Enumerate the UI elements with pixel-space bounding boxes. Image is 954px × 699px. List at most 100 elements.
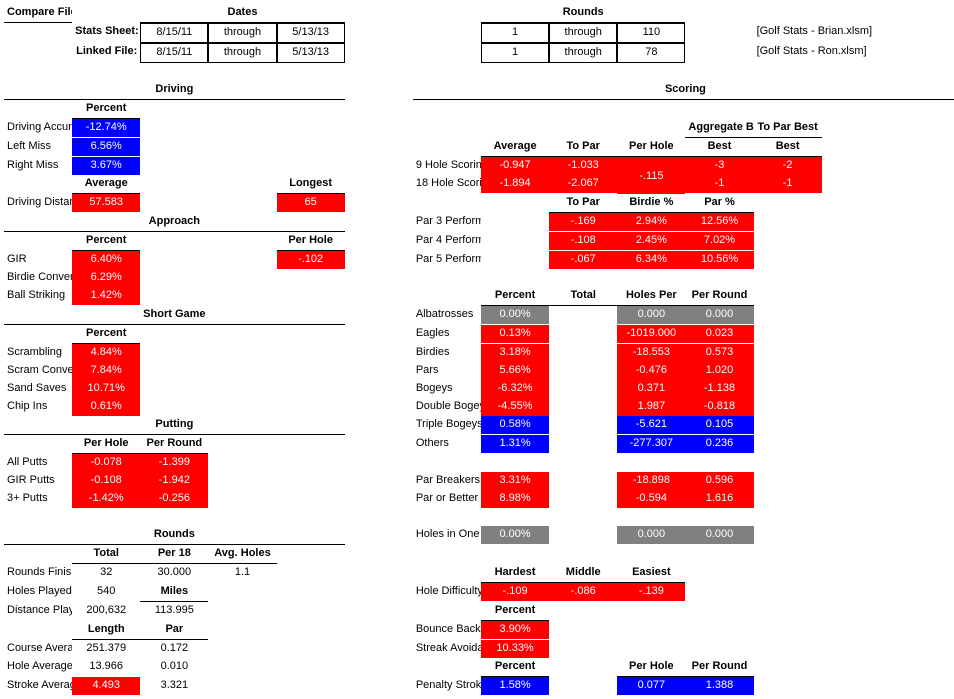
- all-putts-per-hole: -0.078: [72, 454, 140, 472]
- gir-putts-label: GIR Putts: [4, 472, 72, 490]
- par5-birdie-pct: 6.34%: [617, 251, 685, 269]
- to-par-header2: To Par: [549, 194, 617, 213]
- linked-file-round-start: 1: [481, 43, 549, 63]
- left-miss-label: Left Miss: [4, 138, 72, 156]
- albatrosses-holes-per: 0.000: [617, 306, 685, 324]
- best-header-2: Best: [754, 138, 822, 157]
- hole-difficulty-hardest: -.109: [481, 583, 549, 601]
- course-average-length: 251.379: [72, 640, 140, 658]
- stats-sheet-date-end: 5/13/13: [277, 23, 345, 43]
- triple-bogeys-pct: 0.58%: [481, 416, 549, 434]
- all-putts-label: All Putts: [4, 454, 72, 472]
- birdies-per-round: 0.573: [685, 344, 753, 362]
- others-per-round: 0.236: [685, 435, 753, 453]
- holes-played-label: Holes Played: [4, 583, 72, 601]
- three-plus-putts-per-hole: -1.42%: [72, 490, 140, 508]
- hardest-header: Hardest: [481, 564, 549, 583]
- per-18-header: Per 18: [140, 545, 208, 564]
- birdies-pct: 3.18%: [481, 344, 549, 362]
- ball-striking-label: Ball Striking: [4, 287, 72, 305]
- short-game-section-header: Short Game: [4, 306, 345, 325]
- par-pct-header: Par %: [685, 194, 753, 213]
- others-holes-per: -277.307: [617, 435, 685, 453]
- pars-pct: 5.66%: [481, 362, 549, 380]
- birdies-label: Birdies: [413, 344, 481, 362]
- par-or-better-holes-per: -0.594: [617, 490, 685, 508]
- par3-perf-label: Par 3 Performance: [413, 213, 481, 231]
- linked-file-round-end: 78: [617, 43, 685, 63]
- holes-per-header: Holes Per: [617, 287, 685, 306]
- distance-played-miles: 113.995: [140, 602, 208, 620]
- golf-stats-compare-sheet: Compare Files Dates Rounds Stats Sheet: …: [4, 4, 954, 695]
- three-plus-putts-label: 3+ Putts: [4, 490, 72, 508]
- driving-distance-longest: 65: [277, 194, 345, 212]
- scoring-section-header: Scoring: [413, 81, 954, 100]
- double-bogeys-pct: -4.55%: [481, 398, 549, 416]
- stroke-average-length: 4.493: [72, 677, 140, 695]
- par-breakers-label: Par Breakers: [413, 472, 481, 490]
- par5-par-pct: 10.56%: [685, 251, 753, 269]
- pars-holes-per: -0.476: [617, 362, 685, 380]
- triple-bogeys-holes-per: -5.621: [617, 416, 685, 434]
- to-par-header: To Par: [549, 138, 617, 157]
- triple-bogeys-label: Triple Bogeys: [413, 416, 481, 434]
- left-miss-value: 6.56%: [72, 138, 140, 156]
- nine-hole-avg: -0.947: [481, 157, 549, 175]
- scram-conversion-value: 7.84%: [72, 362, 140, 380]
- eagles-label: Eagles: [413, 325, 481, 343]
- hole-difficulty-easiest: -.139: [617, 583, 685, 601]
- birdie-pct-header: Birdie %: [617, 194, 685, 213]
- bounce-back-label: Bounce Back: [413, 621, 481, 639]
- hole-average-par: 0.010: [140, 658, 208, 676]
- driving-distance-label: Driving Distance: [4, 194, 72, 212]
- eagles-holes-per: -1019.000: [617, 325, 685, 343]
- rounds-finished-avg-holes: 1.1: [208, 564, 276, 582]
- right-miss-label: Right Miss: [4, 157, 72, 175]
- nine-hole-tp-best: -2: [754, 157, 822, 175]
- linked-file-date-start: 8/15/11: [140, 43, 208, 63]
- stats-sheet-round-end: 110: [617, 23, 685, 43]
- scrambling-label: Scrambling: [4, 344, 72, 362]
- double-bogeys-label: Double Bogeys: [413, 398, 481, 416]
- gir-per-hole: -.102: [277, 251, 345, 269]
- rounds-finished-label: Rounds Finished: [4, 564, 72, 582]
- par4-birdie-pct: 2.45%: [617, 232, 685, 250]
- linked-file-date-end: 5/13/13: [277, 43, 345, 63]
- others-pct: 1.31%: [481, 435, 549, 453]
- gir-label: GIR: [4, 251, 72, 269]
- rounds-section-header: Rounds: [4, 526, 345, 545]
- course-average-label: Course Average: [4, 640, 72, 658]
- dates-header: Dates: [140, 4, 344, 23]
- birdie-conversion-value: 6.29%: [72, 269, 140, 287]
- bogeys-pct: -6.32%: [481, 380, 549, 398]
- par-header: Par: [140, 621, 208, 640]
- agg-per-hole: -.115: [617, 157, 685, 194]
- hole-difficulty-middle: -.086: [549, 583, 617, 601]
- streak-avoidance-label: Streak Avoidance: [413, 640, 481, 658]
- rounds-finished-total: 32: [72, 564, 140, 582]
- nine-hole-scoring-label: 9 Hole Scoring: [413, 157, 481, 175]
- eighteen-hole-tp-best: -1: [754, 175, 822, 193]
- gir-putts-per-round: -1.942: [140, 472, 208, 490]
- par-breakers-pct: 3.31%: [481, 472, 549, 490]
- distance-played-label: Distance Played: [4, 602, 72, 620]
- penalty-strokes-pct: 1.58%: [481, 677, 549, 695]
- stroke-average-label: Stroke Average: [4, 677, 72, 695]
- eighteen-hole-avg: -1.894: [481, 175, 549, 193]
- rounds-header: Rounds: [481, 4, 685, 23]
- nine-hole-to-par: -1.033: [549, 157, 617, 175]
- ball-striking-value: 1.42%: [72, 287, 140, 305]
- hole-average-label: Hole Average: [4, 658, 72, 676]
- hole-average-length: 13.966: [72, 658, 140, 676]
- nine-hole-agg-best: -3: [685, 157, 753, 175]
- par3-birdie-pct: 2.94%: [617, 213, 685, 231]
- pars-label: Pars: [413, 362, 481, 380]
- gir-pct: 6.40%: [72, 251, 140, 269]
- middle-header: Middle: [549, 564, 617, 583]
- eagles-per-round: 0.023: [685, 325, 753, 343]
- chip-ins-value: 0.61%: [72, 398, 140, 416]
- birdie-conversion-label: Birdie Conversion %: [4, 269, 72, 287]
- eagles-pct: 0.13%: [481, 325, 549, 343]
- driving-distance-avg: 57.583: [72, 194, 140, 212]
- chip-ins-label: Chip Ins: [4, 398, 72, 416]
